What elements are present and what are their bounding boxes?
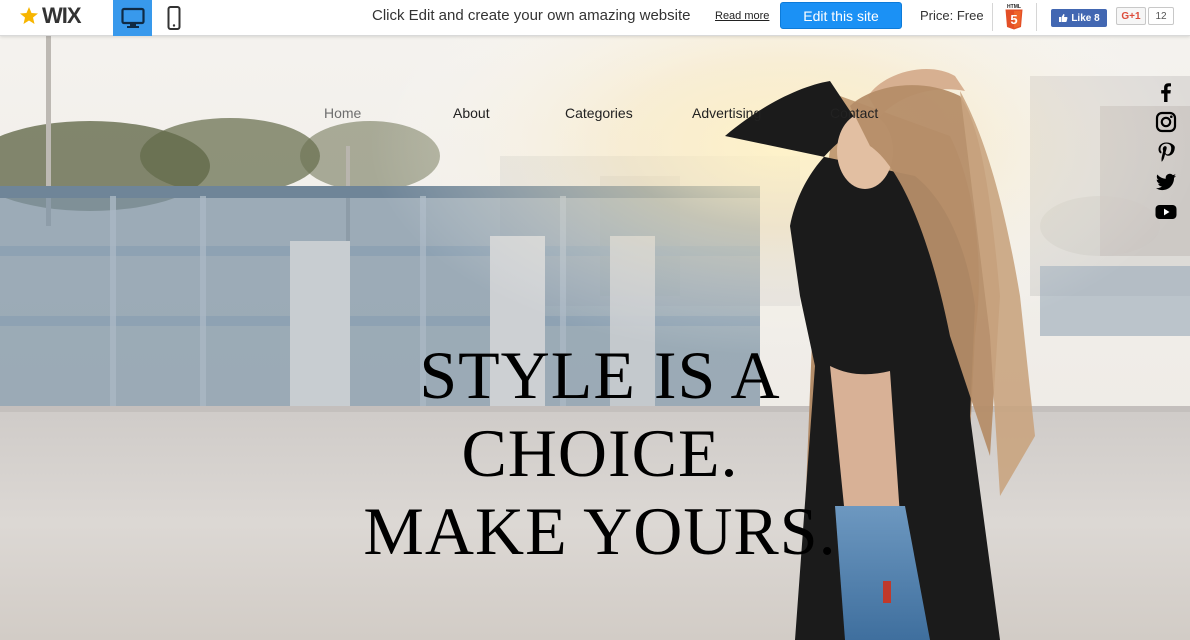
divider [1036,3,1037,31]
price-label: Price: Free [920,8,984,23]
wix-logo[interactable]: WIX [18,3,82,29]
wix-star-icon [20,7,38,24]
wix-editor-bar: WIX Click Edit and create your own amazi… [0,0,1190,36]
instagram-icon[interactable] [1154,110,1178,134]
youtube-icon[interactable] [1154,200,1178,224]
edit-this-site-button[interactable]: Edit this site [780,2,902,29]
wix-logo-text: WIX [42,3,82,28]
google-plus-button[interactable]: G+1 [1116,7,1146,25]
nav-item-home[interactable]: Home [324,105,361,121]
facebook-like-label: Like 8 [1071,12,1100,24]
html5-label: HTML [1007,4,1021,10]
hero-headline-line: CHOICE. [461,415,739,491]
hero-headline: STYLE IS A CHOICE. MAKE YOURS. [300,336,900,570]
promo-text: Click Edit and create your own amazing w… [372,7,691,24]
nav-item-contact[interactable]: Contact [830,105,878,121]
site-navigation: Home About Categories Advertising Contac… [0,105,1190,125]
google-plus-count: 12 [1148,7,1174,25]
desktop-icon [120,7,145,28]
mobile-icon [167,6,180,30]
hero-headline-line: MAKE YOURS. [363,493,837,569]
hero-headline-line: STYLE IS A [419,337,781,413]
facebook-like-button[interactable]: Like 8 [1051,9,1107,27]
nav-item-about[interactable]: About [453,105,490,121]
desktop-view-button[interactable] [113,0,152,36]
mobile-view-button[interactable] [154,0,193,36]
social-bar [1154,80,1178,230]
pinterest-icon[interactable] [1154,140,1178,164]
facebook-icon[interactable] [1154,80,1178,104]
svg-text:5: 5 [1010,12,1017,27]
divider [992,3,993,31]
hero-section: Home About Categories Advertising Contac… [0,36,1190,640]
read-more-link[interactable]: Read more [715,10,769,22]
twitter-icon[interactable] [1154,170,1178,194]
thumbs-up-icon [1059,14,1068,22]
nav-item-advertising[interactable]: Advertising [692,105,761,121]
html5-icon: HTML 5 [1005,4,1023,30]
nav-item-categories[interactable]: Categories [565,105,633,121]
